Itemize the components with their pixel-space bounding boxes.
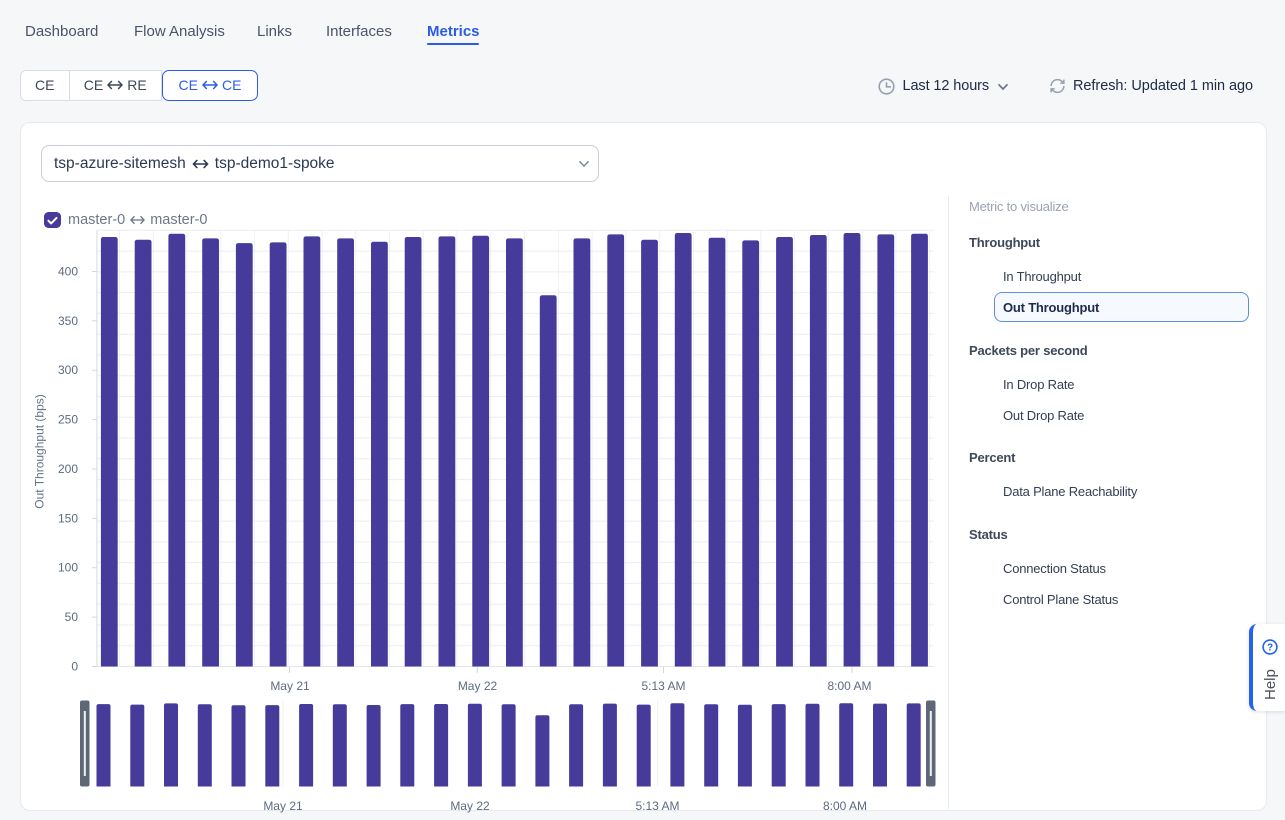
svg-text:Out Throughput (bps): Out Throughput (bps) (33, 394, 47, 509)
svg-text:May 22: May 22 (458, 679, 498, 693)
svg-text:150: 150 (58, 511, 78, 525)
svg-text:May 21: May 21 (263, 799, 303, 813)
svg-text:250: 250 (58, 413, 78, 427)
svg-text:300: 300 (58, 363, 78, 377)
svg-text:400: 400 (58, 265, 78, 279)
svg-text:200: 200 (58, 462, 78, 476)
svg-text:8:00 AM: 8:00 AM (827, 679, 871, 693)
svg-text:?: ? (1266, 642, 1272, 653)
svg-text:5:13 AM: 5:13 AM (635, 799, 679, 813)
svg-text:100: 100 (58, 561, 78, 575)
svg-text:May 21: May 21 (270, 679, 310, 693)
svg-text:50: 50 (65, 610, 79, 624)
svg-text:8:00 AM: 8:00 AM (823, 799, 867, 813)
svg-text:0: 0 (71, 660, 78, 674)
svg-text:350: 350 (58, 314, 78, 328)
svg-text:5:13 AM: 5:13 AM (641, 679, 685, 693)
svg-text:May 22: May 22 (450, 799, 490, 813)
